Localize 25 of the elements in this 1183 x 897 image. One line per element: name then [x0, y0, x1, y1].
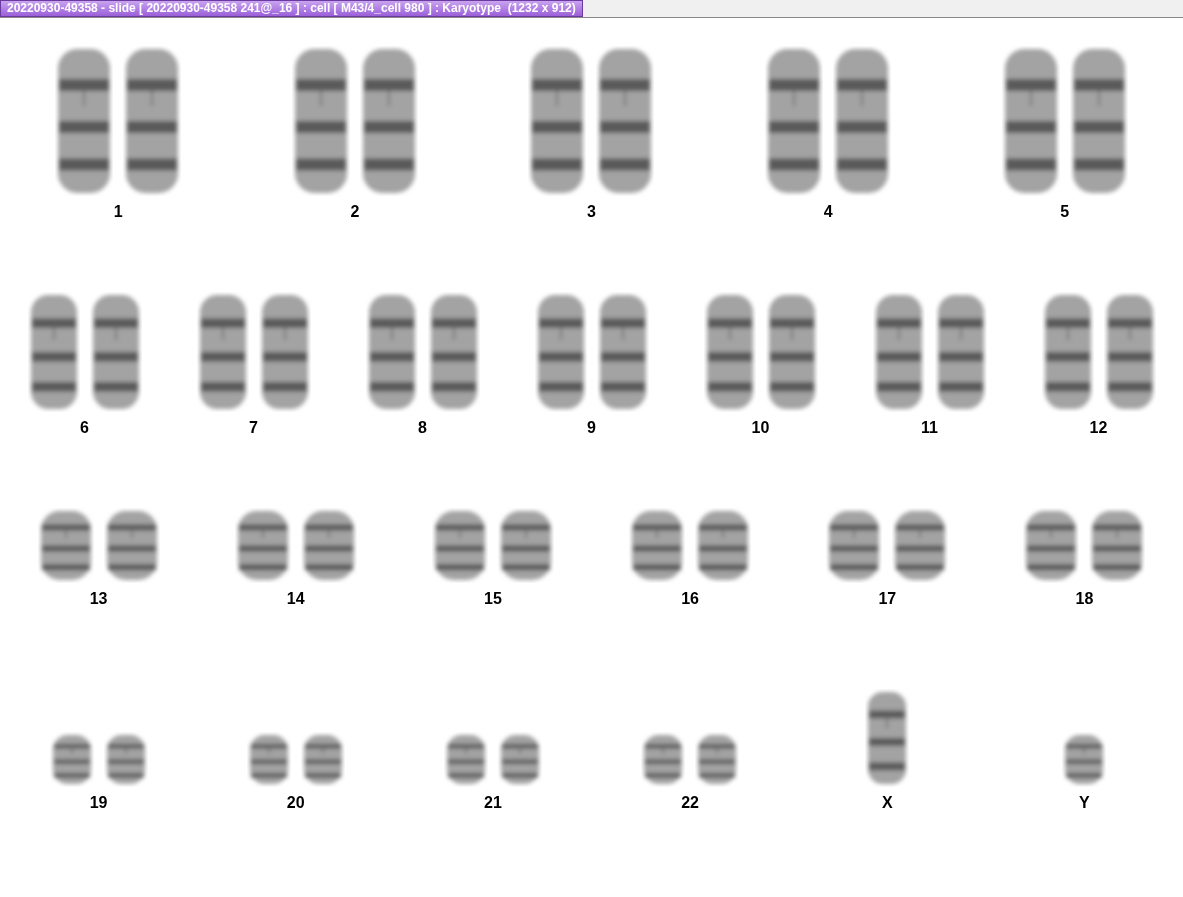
chromosome-number: 2	[350, 202, 360, 222]
chromosome-number: 16	[681, 589, 699, 609]
window-title: 20220930-49358 - slide [ 20220930-49358 241@_16 ] : cell [ M43/4_cell 980 ] : Karyotype (1232 x 912)	[0, 0, 583, 17]
chromosome-number: 19	[89, 793, 108, 813]
chromosome-number: 11	[921, 418, 938, 438]
chromosome-number: 3	[587, 202, 596, 222]
chromosome-number: 6	[80, 418, 89, 438]
chromosome-number: 22	[681, 793, 699, 813]
chromosome-number: 21	[484, 793, 502, 813]
chromosome-number: 1	[113, 202, 123, 222]
chromosome-number: 15	[484, 589, 502, 609]
chromosome-number: 18	[1075, 589, 1094, 609]
chromosome-number: 5	[1060, 202, 1070, 222]
chromosome-number: 8	[418, 418, 427, 438]
chromosome-number: 12	[1089, 418, 1108, 438]
chromosome-number: 13	[89, 589, 108, 609]
chromosome-number: 7	[249, 418, 258, 438]
chromosome-number: X	[881, 793, 893, 813]
chromosome-number: 17	[878, 589, 897, 609]
chromosome-number: 14	[286, 589, 305, 609]
chromosome-number: 4	[823, 202, 833, 222]
chromosome-number: 10	[751, 418, 770, 438]
chromosome-number: Y	[1079, 793, 1090, 813]
chromosome-number: 9	[587, 418, 596, 438]
chromosome-number: 20	[286, 793, 305, 813]
